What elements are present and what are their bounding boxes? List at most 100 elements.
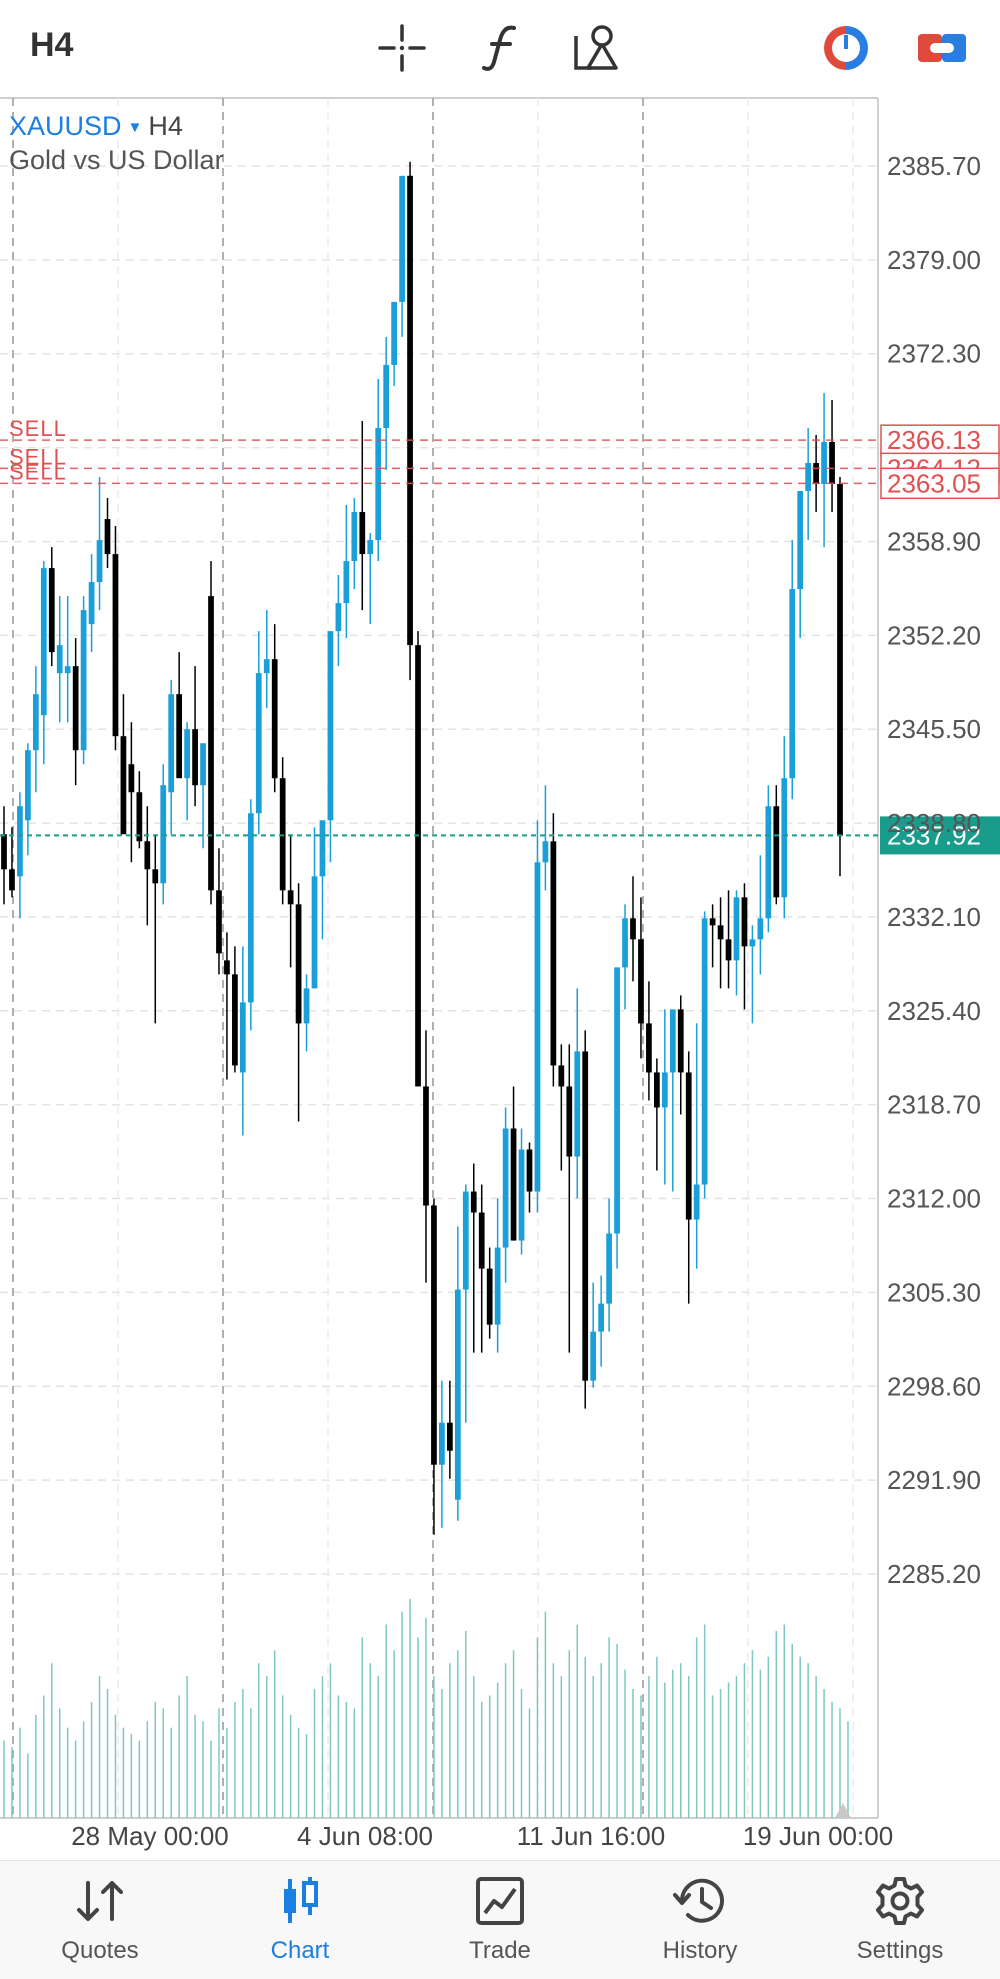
candle-body [399,175,405,302]
candle-body [160,785,167,884]
candle-body [701,918,708,1185]
candle [343,505,350,639]
candle-body [709,918,716,926]
candle [773,785,780,905]
candle-body [423,1086,429,1206]
candle [407,161,413,681]
trade-icon [474,1873,526,1929]
y-tick-label: 2332.10 [887,902,981,932]
candle-body [208,596,214,891]
candle [255,631,262,835]
candle [176,652,183,779]
candle-body [216,890,222,954]
candle-body [239,1002,246,1073]
nav-trade[interactable]: Trade [400,1873,600,1979]
candle [319,820,326,940]
candle [415,631,421,1087]
y-tick-label: 2298.60 [887,1371,981,1401]
candle-body [646,1023,652,1073]
candle-body [40,568,47,716]
candle [502,1107,509,1283]
nav-label: Chart [270,1937,330,1964]
candle-body [407,175,413,646]
nav-quotes[interactable]: Quotes [0,1873,200,1979]
candle-body [614,967,620,1234]
candle-body [279,778,286,891]
candle-body [391,301,397,365]
candle [279,757,286,905]
candle-body [462,1191,469,1290]
candle-body [502,1128,509,1248]
candle-body [88,582,95,625]
candle-body [717,925,724,940]
candle-body [152,869,159,884]
nav-settings[interactable]: Settings [800,1873,1000,1979]
candle [9,827,15,898]
candle-body [550,841,557,1066]
candle [550,813,557,1087]
candle-body [630,918,636,940]
candle [184,722,190,821]
chart-timeframe-label: H4 [148,111,183,141]
candle [765,785,772,933]
nav-label: Quotes [61,1937,139,1964]
nav-chart[interactable]: Chart [200,1873,400,1979]
candle [120,694,127,835]
candle-body [542,841,549,863]
symbol-selector[interactable]: XAUUSD ▼ H4 [9,111,183,142]
candle [558,1044,565,1171]
x-tick-label: 28 May 00:00 [71,1821,229,1851]
candle [447,1380,453,1479]
candle-body [232,974,238,1066]
x-tick-label: 19 Jun 00:00 [743,1821,893,1851]
candle [757,855,764,975]
candle [287,834,294,968]
nav-history[interactable]: History [600,1873,800,1979]
candle [88,554,95,653]
candle [646,981,652,1101]
candle [813,434,819,513]
candle [797,491,804,639]
chart-icon [280,1873,320,1929]
candle [144,806,151,926]
candle [669,1009,676,1192]
candle-body [136,792,143,842]
candle [1,806,7,905]
candle-body [486,1268,493,1325]
candle [685,1051,692,1304]
candle [837,477,843,877]
candle-body [677,1009,684,1073]
y-tick-label: 2385.70 [887,151,981,181]
price-chart[interactable]: SELL2366.13SELL2364.12SELL2363.052337.92… [0,0,1000,1862]
candle-body [765,806,772,919]
sell-order-label: SELL [9,459,67,484]
candle [224,932,230,1080]
candle-body [669,1009,676,1073]
candle-body [733,897,740,961]
candle [303,974,310,1052]
candle-body [566,1086,573,1157]
history-icon [672,1873,728,1929]
candle [805,427,812,541]
candle [534,820,541,1213]
settings-icon [874,1873,926,1929]
bottom-navigation: Quotes Chart Trade History Settings [0,1860,1000,1979]
candle [829,399,835,513]
candle-body [518,1149,525,1241]
candle-body [287,890,294,905]
candle [622,904,628,1010]
y-tick-label: 2352.20 [887,620,981,650]
candle [168,680,175,835]
candle [17,792,23,919]
nav-label: Settings [856,1937,944,1964]
candle-body [638,939,644,1024]
candle-body [725,939,732,961]
candle [749,925,756,1024]
candle-body [837,484,843,836]
candle-body [439,1422,445,1465]
symbol-description: Gold vs US Dollar [9,145,224,175]
candle [638,897,644,1059]
candle-body [773,806,780,898]
candle [582,1030,589,1409]
candle-body [367,540,374,555]
